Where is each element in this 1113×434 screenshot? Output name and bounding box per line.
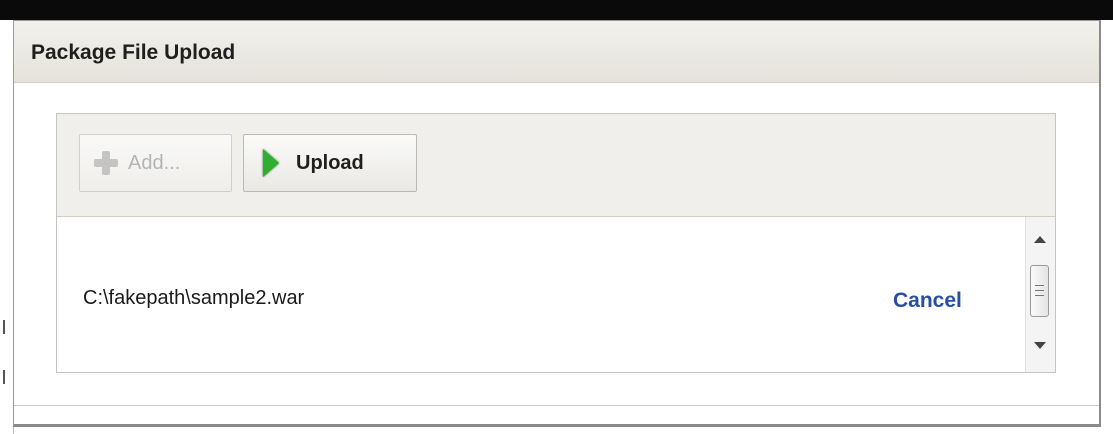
window-top-bar	[0, 0, 1113, 20]
scrollbar-thumb[interactable]	[1030, 265, 1049, 317]
add-button-label: Add...	[128, 151, 181, 174]
grip-line	[1035, 285, 1044, 286]
dialog-header: Package File Upload	[14, 21, 1099, 83]
file-list-scrollbar[interactable]	[1025, 217, 1055, 372]
dialog-title: Package File Upload	[31, 41, 236, 64]
upload-dialog: Package File Upload Add... Upload C:\fak…	[13, 20, 1101, 427]
scroll-down-arrow-icon[interactable]	[1034, 342, 1046, 349]
plus-icon	[93, 150, 119, 176]
file-name: C:\fakepath\sample2.war	[83, 287, 305, 309]
upload-panel: Add... Upload C:\fakepath\sample2.war Ca…	[56, 113, 1056, 373]
edge-mark	[3, 370, 5, 384]
upload-button-label: Upload	[296, 151, 364, 174]
upload-toolbar: Add... Upload	[57, 114, 1055, 217]
grip-line	[1035, 295, 1044, 296]
edge-mark	[3, 320, 5, 334]
grip-line	[1035, 290, 1044, 291]
add-button[interactable]: Add...	[79, 134, 232, 192]
play-arrow-icon	[263, 149, 279, 177]
dialog-footer-divider	[14, 405, 1099, 406]
cancel-link[interactable]: Cancel	[893, 289, 962, 313]
background-window-edge	[0, 20, 14, 434]
upload-button[interactable]: Upload	[243, 134, 417, 192]
scroll-up-arrow-icon[interactable]	[1034, 236, 1046, 243]
list-item: C:\fakepath\sample2.war Cancel	[57, 217, 1025, 372]
